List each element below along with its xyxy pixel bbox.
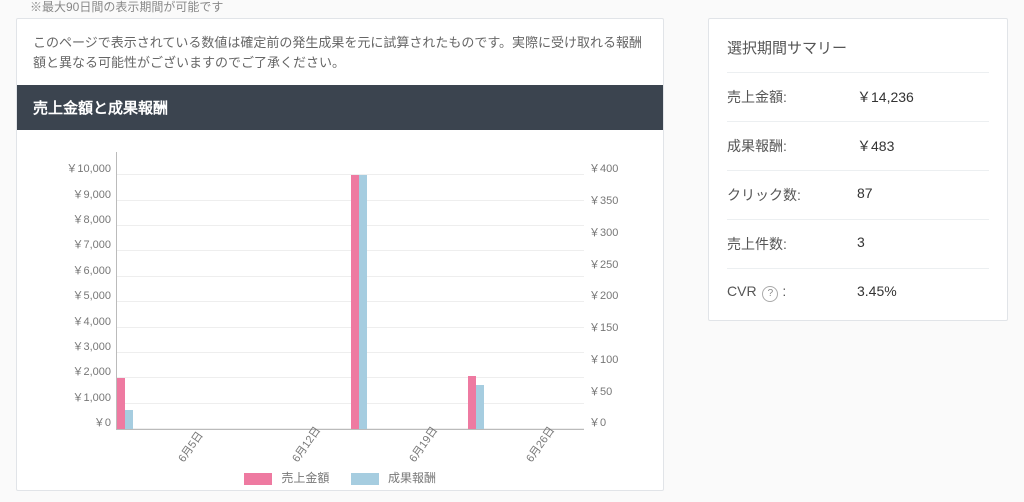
summary-row: 成果報酬:￥483 [727,121,989,170]
y-right-tick: ￥50 [589,383,633,399]
y-left-tick: ￥9,000 [47,186,111,202]
legend-label-sales: 売上金額 [281,471,329,485]
y-left-tick: ￥4,000 [47,313,111,329]
summary-key: 売上件数: [727,234,857,254]
summary-key: 売上金額: [727,87,857,107]
bar-reward [125,410,133,429]
bar-sales [351,175,359,429]
estimate-disclaimer: このページで表示されている数値は確定前の発生成果を元に試算されたものです。実際に… [17,19,663,85]
sales-chart-card: このページで表示されている数値は確定前の発生成果を元に試算されたものです。実際に… [16,18,664,491]
summary-value: ￥14,236 [857,87,914,107]
y-left-tick: ￥1,000 [47,389,111,405]
summary-row: 売上件数:3 [727,219,989,268]
summary-value: 87 [857,185,873,205]
summary-row: クリック数:87 [727,170,989,219]
y-right-tick: ￥100 [589,351,633,367]
max-period-note: ※最大90日間の表示期間が可能です [30,0,223,15]
y-left-tick: ￥7,000 [47,236,111,252]
summary-row: CVR ? :3.45% [727,268,989,316]
chart-plot [116,152,584,430]
summary-key: クリック数: [727,185,857,205]
y-right-tick: ￥300 [589,224,633,240]
summary-title: 選択期間サマリー [727,37,989,58]
summary-value: 3 [857,234,865,254]
chart-area: 売上金額 成果報酬 ￥0 ￥1,000 ￥2,000 ￥3,000 ￥4,000 ￥5,0… [17,130,663,490]
y-left-tick: ￥3,000 [47,338,111,354]
legend-swatch-sales [244,473,272,485]
y-left-tick: ￥0 [47,414,111,430]
y-right-tick: ￥0 [589,414,633,430]
y-left-tick: ￥2,000 [47,363,111,379]
bar-sales [117,378,125,429]
chart-legend: 売上金額 成果報酬 [17,469,663,486]
chart-title: 売上金額と成果報酬 [17,85,663,130]
summary-value: 3.45% [857,283,897,302]
bar-reward [359,175,367,429]
y-right-tick: ￥150 [589,319,633,335]
y-right-tick: ￥250 [589,256,633,272]
summary-key: CVR ? : [727,283,857,302]
help-icon[interactable]: ? [762,286,778,302]
y-right-tick: ￥350 [589,192,633,208]
y-left-tick: ￥5,000 [47,287,111,303]
x-tick: 6月5日 [174,428,207,465]
legend-label-reward: 成果報酬 [388,471,436,485]
legend-swatch-reward [351,473,379,485]
summary-row: 売上金額:￥14,236 [727,72,989,121]
y-left-tick: ￥10,000 [47,160,111,176]
bar-reward [476,385,484,429]
summary-panel: 選択期間サマリー 売上金額:￥14,236成果報酬:￥483クリック数:87売上… [708,18,1008,321]
y-right-tick: ￥400 [589,160,633,176]
summary-value: ￥483 [857,136,894,156]
y-left-tick: ￥8,000 [47,211,111,227]
y-left-tick: ￥6,000 [47,262,111,278]
summary-key: 成果報酬: [727,136,857,156]
y-right-tick: ￥200 [589,287,633,303]
bar-sales [468,376,476,429]
